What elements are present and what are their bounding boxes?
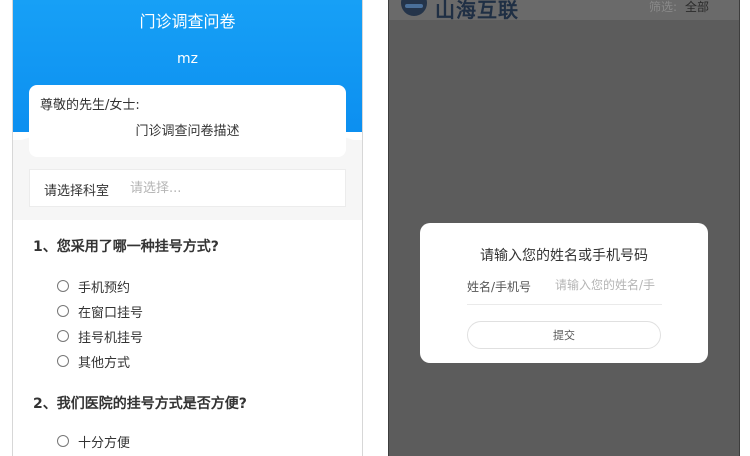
intro-card: 尊敬的先生/女士: 门诊调查问卷描述 [29, 85, 346, 157]
radio-button[interactable] [57, 330, 69, 342]
dialog-title: 请输入您的姓名或手机号码 [480, 248, 648, 264]
question-1-title: 1、您采用了哪一种挂号方式? [33, 239, 219, 255]
question-1-option[interactable]: 其他方式 [57, 352, 131, 371]
question-1-option[interactable]: 手机预约 [57, 277, 131, 296]
app-screen-overlay: 山海互联 筛选: 全部 请输入您的姓名或手机号码 姓名/手机号 提交 [388, 0, 740, 456]
identity-dialog: 请输入您的姓名或手机号码 姓名/手机号 提交 [420, 223, 708, 363]
questionnaire-screen: 门诊调查问卷 mz 尊敬的先生/女士: 门诊调查问卷描述 请选择科室 1、您采用… [12, 0, 363, 456]
option-label: 在窗口挂号 [78, 305, 144, 321]
name-phone-label: 姓名/手机号 [467, 280, 532, 294]
input-divider [467, 304, 662, 305]
question-2-title: 2、我们医院的挂号方式是否方便? [33, 396, 247, 412]
survey-title: 门诊调查问卷 [139, 12, 236, 31]
filter-label: 筛选: [649, 0, 678, 14]
greeting-text: 尊敬的先生/女士: [40, 98, 140, 113]
department-selector[interactable]: 请选择科室 [29, 169, 346, 207]
radio-button[interactable] [57, 280, 69, 292]
radio-button[interactable] [57, 305, 69, 317]
option-label: 十分方便 [78, 435, 131, 451]
question-1-option[interactable]: 在窗口挂号 [57, 302, 144, 321]
question-1-option[interactable]: 挂号机挂号 [57, 327, 144, 346]
brand-name: 山海互联 [435, 0, 519, 22]
department-label: 请选择科室 [44, 184, 110, 199]
survey-description: 门诊调查问卷描述 [135, 124, 240, 139]
option-label: 挂号机挂号 [78, 330, 144, 346]
radio-button[interactable] [57, 355, 69, 367]
submit-button[interactable]: 提交 [467, 321, 661, 349]
option-label: 手机预约 [78, 280, 131, 296]
question-2-option[interactable]: 十分方便 [57, 432, 131, 451]
option-label: 其他方式 [78, 355, 131, 371]
survey-subtitle: mz [177, 51, 198, 67]
department-select[interactable] [130, 176, 330, 200]
name-phone-input[interactable] [555, 276, 663, 294]
radio-button[interactable] [57, 435, 69, 447]
filter-value[interactable]: 全部 [685, 0, 709, 15]
